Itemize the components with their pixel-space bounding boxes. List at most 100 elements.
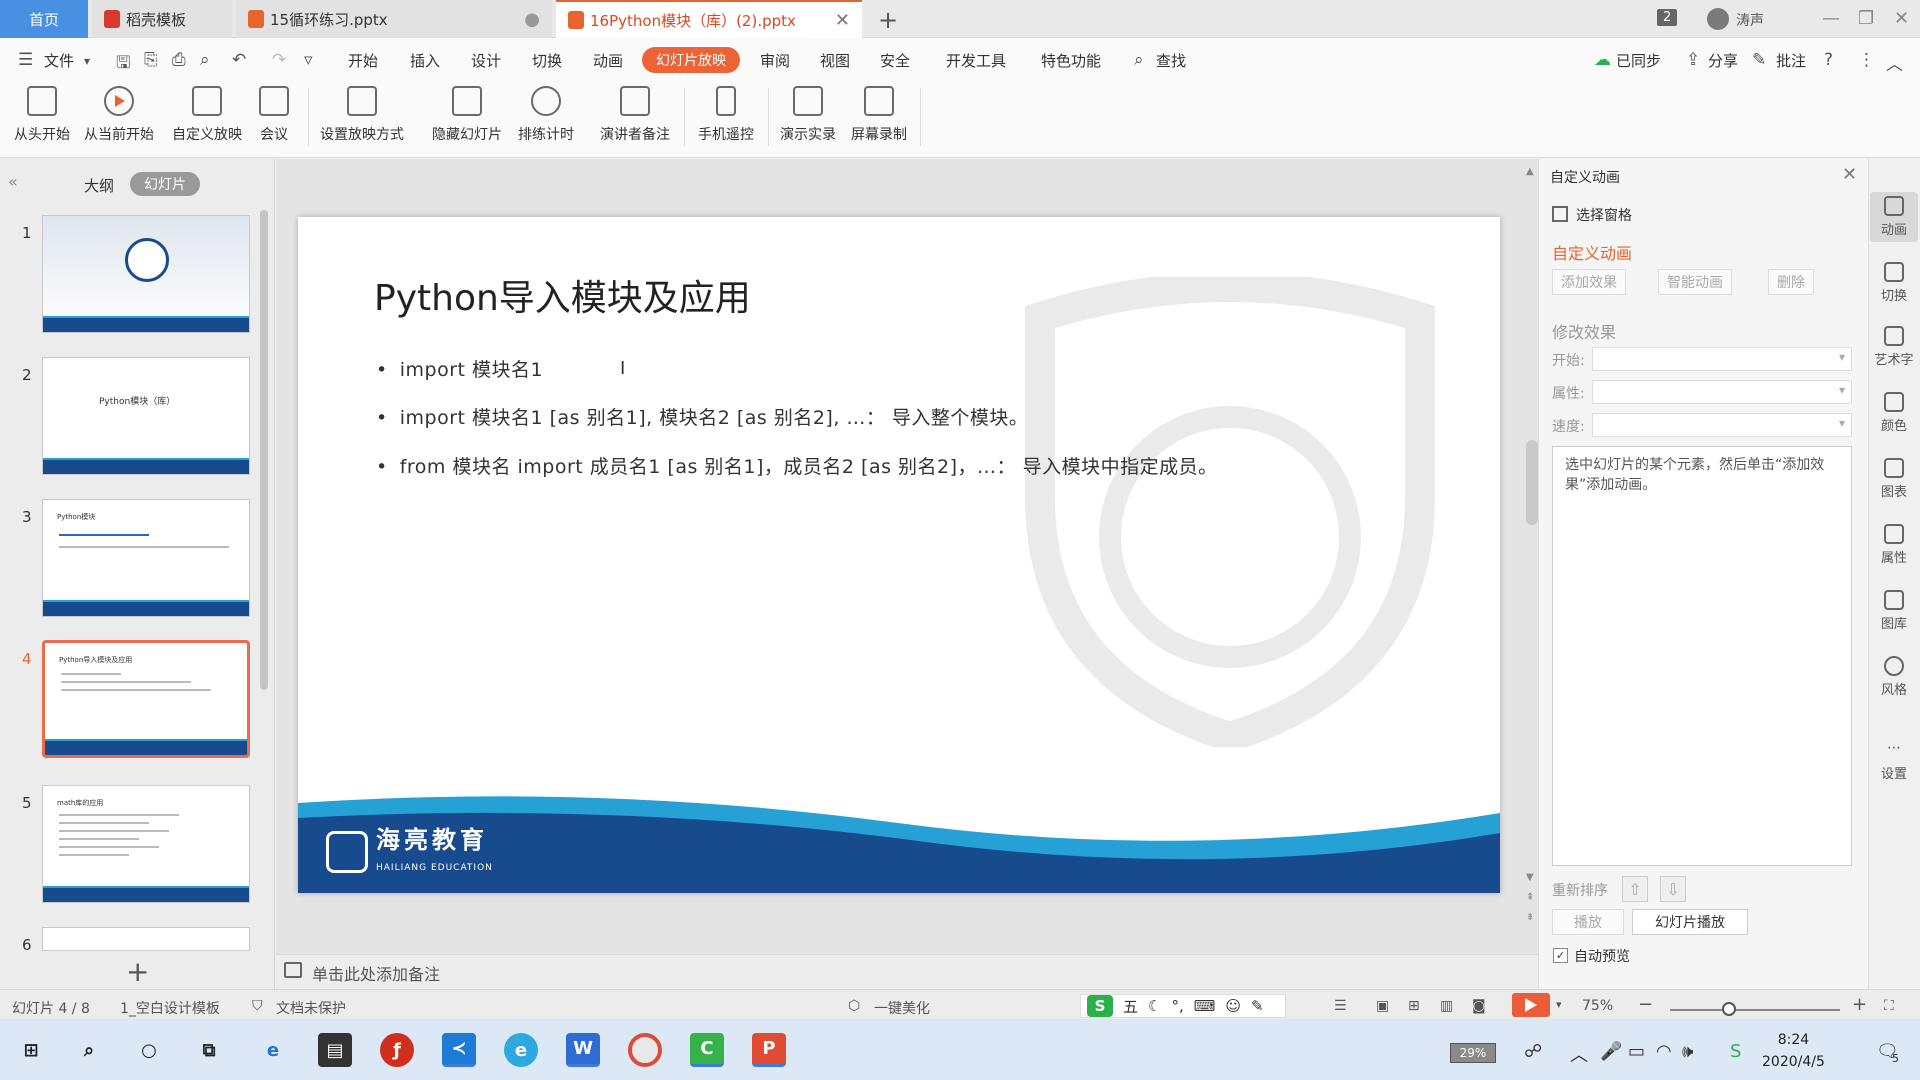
smart-animation-button[interactable]: 智能动画 (1658, 269, 1732, 295)
sogou-tray-icon[interactable]: S (1730, 1041, 1741, 1062)
export-icon[interactable]: ⎘ (144, 50, 158, 70)
menu-animation[interactable]: 动画 (593, 50, 623, 71)
ime-mode[interactable]: 五 (1123, 996, 1138, 1017)
unsaved-dot-icon[interactable]: ● (524, 9, 540, 30)
bullet-1[interactable]: import 模块名1 (376, 355, 543, 382)
menu-home[interactable]: 开始 (348, 50, 378, 71)
comment-icon[interactable]: ✎ (1752, 50, 1766, 70)
volume-icon[interactable]: 🕪 (1682, 1041, 1693, 1062)
zoom-slider-thumb[interactable] (1722, 1002, 1736, 1016)
rehearse-timing-button[interactable]: 排练计时 (518, 86, 574, 144)
move-up-icon[interactable]: ⇧ (1622, 876, 1648, 902)
menu-search[interactable]: 查找 (1156, 50, 1186, 71)
rail-gallery[interactable]: 图库 (1870, 590, 1918, 632)
next-slide-icon[interactable]: ⇟ (1526, 912, 1534, 923)
slide-thumbnail-6[interactable] (42, 927, 250, 951)
search-icon[interactable]: ⌕ (1134, 50, 1144, 70)
menu-insert[interactable]: 插入 (410, 50, 440, 71)
menu-transition[interactable]: 切换 (532, 50, 562, 71)
sorter-view-icon[interactable]: ⊞ (1408, 998, 1420, 1014)
slide-thumbnail-1[interactable] (42, 215, 250, 333)
edge-icon[interactable]: e (256, 1033, 290, 1067)
add-tab-icon[interactable]: + (878, 6, 898, 34)
zoom-level[interactable]: 75% (1582, 998, 1613, 1014)
close-tab-icon[interactable]: ✕ (835, 10, 850, 31)
play-button[interactable]: 播放 (1552, 909, 1624, 935)
microphone-icon[interactable]: 🎤 (1600, 1041, 1622, 1062)
slide-thumbnail-2[interactable]: Python模块（库） (42, 357, 250, 475)
preview-icon[interactable]: ⌕ (200, 50, 210, 70)
flash-icon[interactable]: ƒ (380, 1033, 414, 1067)
clock[interactable]: 8:24 2020/4/5 (1762, 1029, 1825, 1073)
wps-writer-icon[interactable]: W (566, 1033, 600, 1067)
tab-file-16[interactable]: 16Python模块（库）(2).pptx ✕ (556, 0, 862, 38)
menu-developer[interactable]: 开发工具 (946, 50, 1006, 71)
keyboard-icon[interactable]: ⌨ (1194, 997, 1216, 1015)
editor-scrollbar[interactable] (1526, 440, 1538, 525)
screen-record-button[interactable]: 屏幕录制 (851, 86, 907, 144)
presenter-view-icon[interactable]: ◙ (1472, 998, 1486, 1014)
collapse-panel-icon[interactable]: « (8, 172, 18, 191)
chrome-icon[interactable] (628, 1033, 662, 1067)
hamburger-icon[interactable]: ☰ (18, 50, 33, 70)
avatar[interactable] (1707, 8, 1729, 30)
menu-features[interactable]: 特色功能 (1041, 50, 1101, 71)
animation-list[interactable]: 选中幻灯片的某个元素，然后单击“添加效果”添加动画。 (1552, 446, 1852, 866)
bullet-2[interactable]: import 模块名1 [as 别名1], 模块名2 [as 别名2], …： … (376, 403, 1028, 430)
print-icon[interactable]: ⎙ (172, 50, 186, 70)
zoom-in-icon[interactable]: + (1852, 994, 1867, 1015)
fit-window-icon[interactable]: ⛶ (1884, 998, 1894, 1014)
menu-view[interactable]: 视图 (820, 50, 850, 71)
add-effect-button[interactable]: 添加效果 (1552, 269, 1626, 295)
bullet-3[interactable]: from 模块名 import 成员名1 [as 别名1]，成员名2 [as 别… (376, 452, 1218, 479)
notes-placeholder[interactable]: 单击此处添加备注 (312, 961, 440, 985)
tab-outline[interactable]: 大纲 (84, 175, 114, 196)
rail-property[interactable]: 属性 (1870, 524, 1918, 566)
custom-show-button[interactable]: 自定义放映 (172, 86, 242, 144)
cortana-icon[interactable]: ○ (132, 1033, 166, 1067)
template-name[interactable]: 1_空白设计模板 (120, 998, 220, 1018)
selection-pane-link[interactable]: 选择窗格 (1576, 205, 1632, 225)
username[interactable]: 涛声 (1736, 10, 1764, 30)
pane-close-icon[interactable]: ✕ (1842, 164, 1857, 185)
collapse-ribbon-icon[interactable]: ︿ (1886, 50, 1903, 75)
tab-home[interactable]: 首页 (0, 0, 88, 38)
wrench-icon[interactable]: ✎ (1251, 997, 1264, 1015)
current-slide[interactable]: Python导入模块及应用 import 模块名1 import 模块名1 [a… (298, 217, 1500, 893)
help-icon[interactable]: ? (1824, 50, 1833, 70)
menu-review[interactable]: 审阅 (760, 50, 790, 71)
menu-security[interactable]: 安全 (880, 50, 910, 71)
one-click-beautify[interactable]: 一键美化 (874, 998, 930, 1018)
play-slideshow-button[interactable] (1512, 993, 1550, 1017)
prev-slide-icon[interactable]: ⇞ (1526, 892, 1534, 903)
share-link[interactable]: 分享 (1708, 50, 1738, 71)
zoom-out-icon[interactable]: − (1638, 994, 1653, 1015)
more-icon[interactable]: ⋮ (1858, 50, 1875, 70)
restore-icon[interactable]: ❐ (1858, 8, 1874, 29)
normal-view-icon[interactable]: ▣ (1376, 998, 1389, 1014)
protection-status[interactable]: 文档未保护 (276, 998, 346, 1018)
notes-area[interactable] (276, 954, 1538, 990)
move-down-icon[interactable]: ⇩ (1660, 876, 1686, 902)
speed-select[interactable] (1592, 413, 1852, 437)
pane-title[interactable]: 自定义动画 (1550, 167, 1620, 187)
user-icon[interactable]: ☺ (1225, 997, 1241, 1015)
rail-wordart[interactable]: 艺术字 (1870, 326, 1918, 368)
rail-color[interactable]: 颜色 (1870, 392, 1918, 434)
window-close-icon[interactable]: ✕ (1894, 8, 1909, 29)
rail-animation[interactable]: 动画 (1870, 192, 1918, 242)
reading-view-icon[interactable]: ▥ (1440, 998, 1453, 1014)
store-icon[interactable]: ▤ (318, 1033, 352, 1067)
slide-thumbnail-5[interactable]: math库的应用 (42, 785, 250, 903)
menu-design[interactable]: 设计 (471, 50, 501, 71)
setup-show-button[interactable]: 设置放映方式 (320, 86, 404, 144)
cloud-sync-icon[interactable]: ☁ (1594, 50, 1611, 70)
sync-link[interactable]: 已同步 (1616, 50, 1661, 71)
delete-button[interactable]: 删除 (1768, 269, 1814, 295)
sogou-ime-bar[interactable]: S 五 ☾ °, ⌨ ☺ ✎ (1080, 994, 1286, 1018)
menu-slideshow[interactable]: 幻灯片放映 (642, 47, 740, 73)
scroll-up-icon[interactable]: ▲ (1526, 166, 1534, 177)
taskbar-search-icon[interactable]: ⌕ (72, 1033, 106, 1067)
vscode-icon[interactable]: ≺ (442, 1033, 476, 1067)
auto-preview-checkbox[interactable]: ✓ (1553, 948, 1568, 963)
